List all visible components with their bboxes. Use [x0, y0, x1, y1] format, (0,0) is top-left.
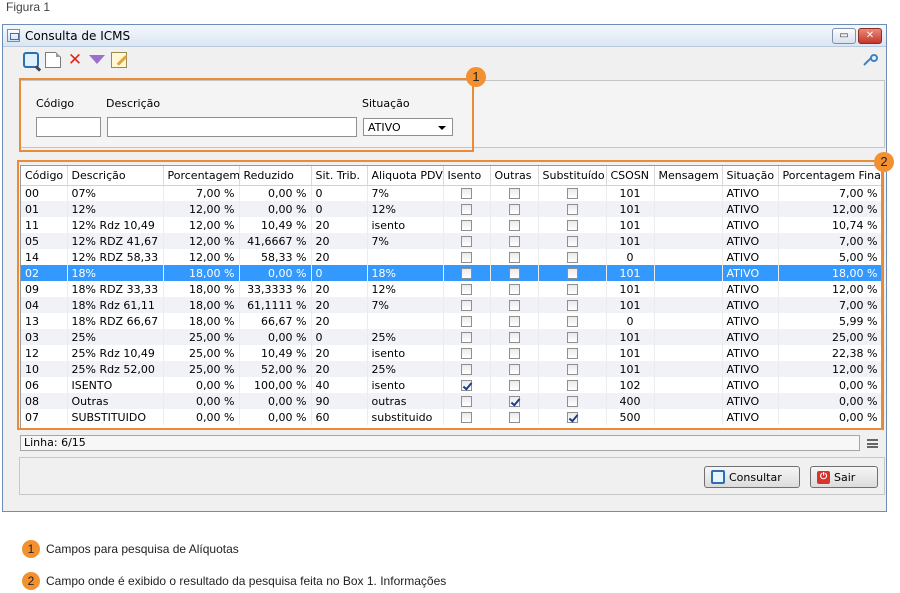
- toolbar: ✕: [23, 52, 127, 70]
- legend-text-1: Campos para pesquisa de Alíquotas: [46, 542, 239, 556]
- search-icon: [711, 470, 725, 484]
- annotation-marker-1: 1: [466, 67, 486, 87]
- exit-icon: ⏻: [817, 470, 830, 484]
- consultar-label: Consultar: [729, 470, 782, 484]
- title-bar: Consulta de ICMS ▭ ✕: [3, 25, 886, 47]
- window-title: Consulta de ICMS: [25, 29, 131, 43]
- key-icon[interactable]: [863, 54, 878, 68]
- annotation-marker-2: 2: [874, 152, 894, 172]
- consultar-button[interactable]: Consultar: [704, 466, 800, 488]
- annotation-box-2: [17, 160, 883, 430]
- sair-button[interactable]: ⏻ Sair: [810, 466, 878, 488]
- app-window-icon: [7, 29, 20, 42]
- legend-item-2: 2 Campo onde é exibido o resultado da pe…: [22, 572, 446, 590]
- legend-item-1: 1 Campos para pesquisa de Alíquotas: [22, 540, 239, 558]
- filter-icon[interactable]: [89, 55, 105, 64]
- sair-label: Sair: [834, 470, 856, 484]
- status-bar: Linha: 6/15: [20, 435, 860, 451]
- new-document-icon[interactable]: [45, 52, 61, 68]
- menu-icon[interactable]: [867, 439, 878, 448]
- close-button[interactable]: ✕: [858, 28, 882, 44]
- annotation-box-1: [19, 78, 474, 152]
- legend-text-2: Campo onde é exibido o resultado da pesq…: [46, 574, 447, 588]
- edit-icon[interactable]: [111, 52, 127, 68]
- figure-label: Figura 1: [6, 0, 51, 14]
- delete-icon[interactable]: ✕: [67, 52, 83, 69]
- search-icon[interactable]: [23, 52, 39, 68]
- legend-marker-1: 1: [22, 540, 40, 558]
- bottom-panel: Consultar ⏻ Sair: [19, 457, 885, 495]
- restore-button[interactable]: ▭: [832, 28, 856, 44]
- legend-marker-2: 2: [22, 572, 40, 590]
